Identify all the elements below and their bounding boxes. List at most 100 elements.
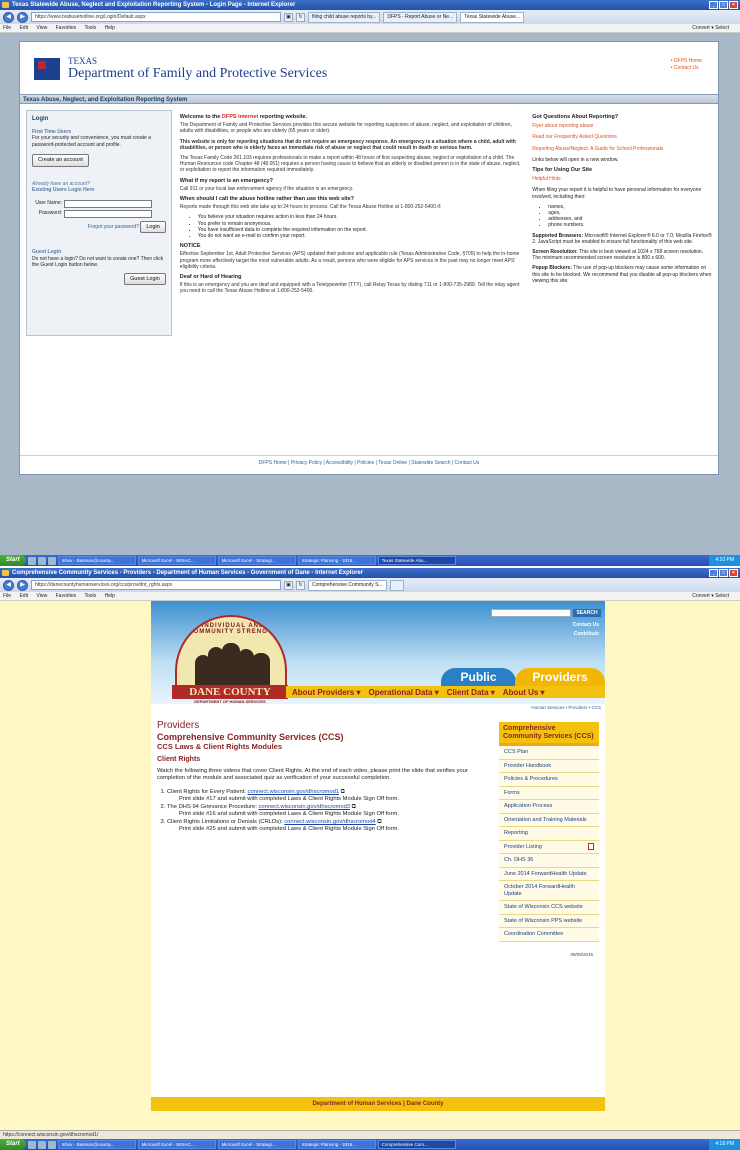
menu-edit[interactable]: Edit xyxy=(19,593,28,599)
url-field[interactable]: https://www.txabusehotline.org/Login/Def… xyxy=(31,12,281,22)
search-button[interactable]: SEARCH xyxy=(573,609,601,617)
quicklaunch-icon[interactable] xyxy=(27,1140,36,1149)
quicklaunch-icon[interactable] xyxy=(37,1140,46,1149)
sidebar-item-coordination[interactable]: Coordination Committee xyxy=(499,928,599,942)
nav-about-us[interactable]: About Us ▾ xyxy=(503,688,545,697)
forward-icon[interactable]: ▶ xyxy=(17,11,28,23)
nav-operational-data[interactable]: Operational Data ▾ xyxy=(368,688,438,697)
tab-3[interactable]: Texas Statewide Abuse... xyxy=(460,11,525,23)
video-link-2[interactable]: connect.wisconsin.gov/dhscromod3 xyxy=(259,804,351,810)
taskbar-item[interactable]: Inbox - Bastean@county... xyxy=(57,556,136,565)
contact-us-link[interactable]: Contact Us xyxy=(573,622,599,628)
new-tab[interactable] xyxy=(389,579,404,591)
lock-icon[interactable]: ▣ xyxy=(284,12,293,22)
convert-select-menu[interactable]: Convert ▾ Select xyxy=(692,592,729,601)
tab-public[interactable]: Public xyxy=(441,668,516,686)
menu-help[interactable]: Help xyxy=(105,593,115,599)
menu-file[interactable]: File xyxy=(3,593,11,599)
video-link-3[interactable]: connect.wisconsin.gov/dhscromod4 xyxy=(284,819,376,825)
quicklaunch-icon[interactable] xyxy=(47,1140,56,1149)
taskbar-item[interactable]: Inbox - Bastean@county... xyxy=(57,1140,136,1149)
refresh-icon[interactable]: ↻ xyxy=(296,12,305,22)
search-input[interactable] xyxy=(491,609,571,617)
menu-favorites[interactable]: Favorites xyxy=(56,25,77,31)
sidebar-item-june-2014[interactable]: June 2014 ForwardHealth Update xyxy=(499,867,599,881)
contribute-link[interactable]: Contribute xyxy=(574,631,599,637)
taskbar-item-active[interactable]: Texas Statewide Abu... xyxy=(377,556,456,565)
menu-edit[interactable]: Edit xyxy=(19,25,28,31)
convert-select-menu[interactable]: Convert ▾ Select xyxy=(692,24,729,33)
faq-link[interactable]: Read our Frequently Asked Questions. xyxy=(532,134,712,140)
contact-us-link[interactable]: • Contact Us xyxy=(671,65,702,72)
refresh-icon[interactable]: ↻ xyxy=(296,580,305,590)
sidebar-item-ccs-plan[interactable]: CCS Plan xyxy=(499,746,599,760)
tab-1[interactable]: Comprehensive Community S... xyxy=(308,579,387,591)
start-button[interactable]: Start xyxy=(0,1139,26,1150)
main-content: Welcome to the DFPS internet reporting w… xyxy=(180,110,524,336)
menu-favorites[interactable]: Favorites xyxy=(56,593,77,599)
nav-client-data[interactable]: Client Data ▾ xyxy=(447,688,495,697)
video-link-1[interactable]: connect.wisconsin.gov/dhscromod1 xyxy=(248,789,340,795)
maximize-button[interactable]: □ xyxy=(719,569,728,577)
helpful-hints-link[interactable]: Helpful Hints xyxy=(532,176,712,182)
minimize-button[interactable]: _ xyxy=(709,569,718,577)
dfps-home-link[interactable]: • DFPS Home xyxy=(671,58,702,65)
sidebar-item-wi-ccs[interactable]: State of Wisconsin CCS website xyxy=(499,901,599,915)
guest-login-button[interactable]: Guest Login xyxy=(124,272,166,285)
back-icon[interactable]: ◀ xyxy=(3,579,14,591)
minimize-button[interactable]: _ xyxy=(709,1,718,9)
taskbar-item[interactable]: Strategic Planning - 2016... xyxy=(297,1140,376,1149)
sidebar-item-october-2014[interactable]: October 2014 ForwardHealth Update xyxy=(499,881,599,901)
taskbar-item[interactable]: Microsoft Excel - Strategi... xyxy=(217,1140,296,1149)
menu-help[interactable]: Help xyxy=(105,25,115,31)
sidebar-item-application[interactable]: Application Process xyxy=(499,800,599,814)
start-button[interactable]: Start xyxy=(0,555,26,566)
sidebar-item-provider-handbook[interactable]: Provider Handbook xyxy=(499,759,599,773)
right-sidebar: Got Questions About Reporting? Flyer abo… xyxy=(532,110,712,336)
sidebar-item-dhs36[interactable]: Ch. DHS 36 xyxy=(499,854,599,868)
create-account-button[interactable]: Create an account xyxy=(32,154,89,167)
sidebar-item-orientation[interactable]: Orientation and Training Materials xyxy=(499,813,599,827)
flyer-link[interactable]: Flyer about reporting abuse xyxy=(532,123,712,129)
close-button[interactable]: × xyxy=(729,569,738,577)
close-button[interactable]: × xyxy=(729,1,738,9)
taskbar-item-active[interactable]: Comprehensive Com... xyxy=(377,1140,456,1149)
nav-about-providers[interactable]: About Providers ▾ xyxy=(292,688,360,697)
menu-file[interactable]: File xyxy=(3,25,11,31)
forgot-password-link[interactable]: Forgot your password? xyxy=(88,224,139,230)
taskbar-item[interactable]: Strategic Planning - 2016... xyxy=(297,556,376,565)
sidebar-item-wi-pps[interactable]: State of Wisconsin PPS website xyxy=(499,914,599,928)
school-guide-link[interactable]: Reporting Abuse/Neglect: A Guide for Sch… xyxy=(532,146,712,152)
back-icon[interactable]: ◀ xyxy=(3,11,14,23)
system-clock[interactable]: 4:10 PM xyxy=(709,555,740,566)
tab-providers[interactable]: Providers xyxy=(515,668,605,686)
quicklaunch-icon[interactable] xyxy=(27,556,36,565)
page-footer-links[interactable]: DFPS Home | Privacy Policy | Accessibili… xyxy=(20,455,718,466)
lock-icon[interactable]: ▣ xyxy=(284,580,293,590)
sidebar-item-forms[interactable]: Forms xyxy=(499,786,599,800)
password-input[interactable] xyxy=(64,209,152,218)
system-clock[interactable]: 4:18 PM xyxy=(709,1139,740,1150)
forward-icon[interactable]: ▶ xyxy=(17,579,28,591)
tab-1[interactable]: filing child abuse reports by... xyxy=(308,11,381,23)
menu-view[interactable]: View xyxy=(36,25,47,31)
username-input[interactable] xyxy=(64,199,152,208)
tab-2[interactable]: DFPS - Report Abuse or Ne... xyxy=(383,11,458,23)
maximize-button[interactable]: □ xyxy=(719,1,728,9)
taskbar-item[interactable]: Microsoft Excel - Strategi... xyxy=(217,556,296,565)
menu-tools[interactable]: Tools xyxy=(84,593,96,599)
sidebar-item-provider-listing[interactable]: Provider Listing xyxy=(499,840,599,854)
first-time-text: For your security and convenience, you m… xyxy=(32,135,151,148)
url-field[interactable]: https://danecountyhumanservices.org/ccs/… xyxy=(31,580,281,590)
taskbar-item[interactable]: Microsoft Excel - WISAC... xyxy=(137,556,216,565)
login-button[interactable]: Login xyxy=(140,220,166,233)
quicklaunch-icon[interactable] xyxy=(47,556,56,565)
quicklaunch-icon[interactable] xyxy=(37,556,46,565)
texas-ie-window: Texas Statewide Abuse, Neglect and Explo… xyxy=(0,0,740,566)
menu-view[interactable]: View xyxy=(36,593,47,599)
breadcrumb[interactable]: Human Services • Providers • CCS xyxy=(531,705,601,710)
taskbar-item[interactable]: Microsoft Excel - WISAC... xyxy=(137,1140,216,1149)
menu-tools[interactable]: Tools xyxy=(84,25,96,31)
sidebar-item-policies[interactable]: Policies & Procedures xyxy=(499,773,599,787)
sidebar-item-reporting[interactable]: Reporting xyxy=(499,827,599,841)
